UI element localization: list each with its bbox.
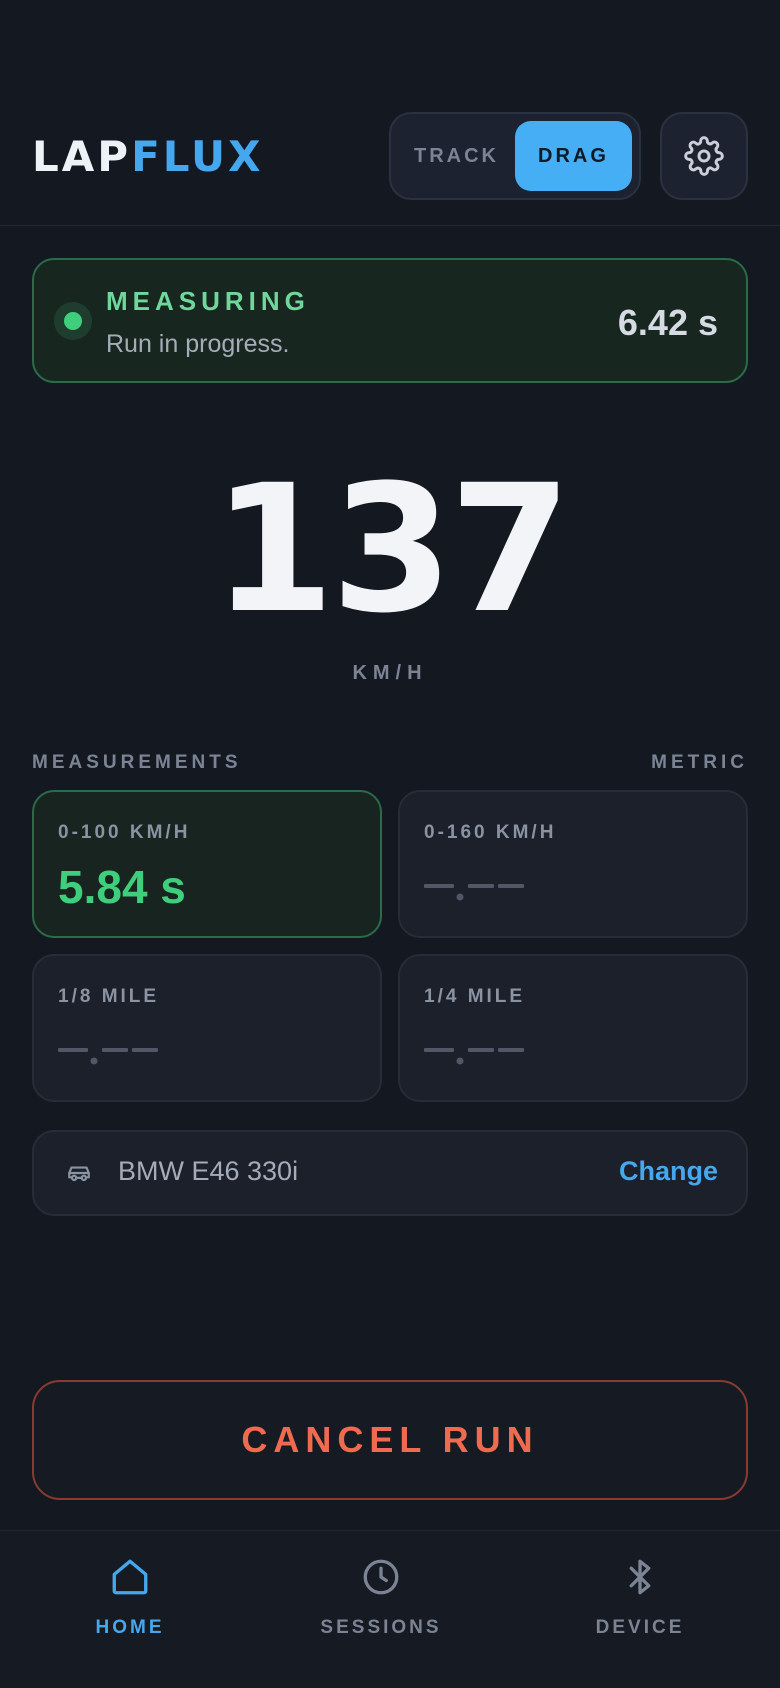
- speed-value: 137: [212, 447, 571, 652]
- speed-unit: KM/H: [352, 662, 428, 684]
- empty-value-placeholder: [58, 1048, 158, 1065]
- status-dot-icon: [64, 312, 82, 330]
- nav-item-device[interactable]: DEVICE: [540, 1553, 740, 1639]
- home-icon: [112, 1559, 148, 1595]
- cancel-run-button[interactable]: CANCEL RUN: [32, 1380, 748, 1500]
- nav-label-home: HOME: [95, 1617, 165, 1638]
- bluetooth-icon: [629, 1559, 651, 1595]
- measurement-value: 5.84 s: [58, 861, 186, 913]
- elapsed-time: 6.42 s: [617, 302, 718, 343]
- units-label[interactable]: METRIC: [651, 752, 748, 774]
- run-status-card: MEASURING Run in progress. 6.42 s: [32, 258, 748, 383]
- clock-icon: [363, 1559, 399, 1595]
- settings-button[interactable]: [660, 112, 748, 200]
- measurement-label: 0-160 KM/H: [424, 822, 557, 843]
- nav-item-sessions[interactable]: SESSIONS: [281, 1553, 481, 1639]
- status-indicator: [54, 302, 92, 340]
- measurement-label: 1/4 MILE: [424, 986, 526, 1007]
- app-logo: LAPFLUX: [32, 132, 264, 182]
- nav-item-home[interactable]: HOME: [30, 1553, 230, 1639]
- bottom-nav: HOME SESSIONS DEVICE: [0, 1530, 780, 1688]
- vehicle-name: BMW E46 330i: [118, 1156, 299, 1186]
- empty-value-placeholder: [424, 1048, 524, 1065]
- mode-toggle: TRACK DRAG: [389, 112, 641, 200]
- status-title: MEASURING: [106, 286, 310, 316]
- gear-icon: [684, 136, 724, 176]
- measurement-label: 0-100 KM/H: [58, 822, 191, 843]
- status-subtitle: Run in progress.: [106, 330, 290, 358]
- measurements-title: MEASUREMENTS: [32, 752, 242, 773]
- measurement-label: 1/8 MILE: [58, 986, 160, 1007]
- measurement-card-0-100[interactable]: 0-100 KM/H 5.84 s: [32, 790, 382, 938]
- app-root: LAPFLUX TRACK DRAG MEASURING Run in prog…: [0, 0, 780, 1688]
- vehicle-selector: BMW E46 330i Change: [32, 1130, 748, 1216]
- measurement-card-0-160[interactable]: 0-160 KM/H: [398, 790, 748, 938]
- nav-label-sessions: SESSIONS: [320, 1617, 442, 1638]
- car-icon: [68, 1166, 90, 1182]
- logo-part-flux: FLUX: [131, 132, 264, 181]
- mode-tab-track[interactable]: TRACK: [398, 121, 515, 191]
- measurement-card-quarter-mile[interactable]: 1/4 MILE: [398, 954, 748, 1102]
- mode-tab-drag[interactable]: DRAG: [515, 121, 632, 191]
- measurement-card-eighth-mile[interactable]: 1/8 MILE: [32, 954, 382, 1102]
- empty-value-placeholder: [424, 884, 524, 901]
- logo-part-lap: LAP: [32, 132, 132, 181]
- top-header: LAPFLUX TRACK DRAG: [0, 0, 780, 226]
- change-vehicle-button[interactable]: Change: [619, 1156, 718, 1187]
- nav-label-device: DEVICE: [595, 1617, 685, 1638]
